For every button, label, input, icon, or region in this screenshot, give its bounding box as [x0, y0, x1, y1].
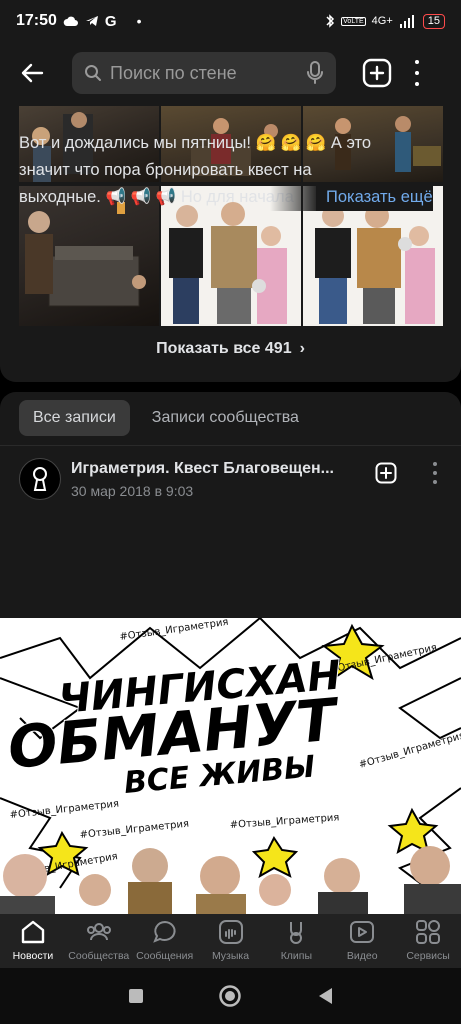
search-placeholder: Поиск по стене — [110, 62, 237, 83]
nav-communities[interactable]: Сообщества — [66, 918, 132, 962]
nav-label: Сообщения — [136, 950, 194, 962]
google-icon: G — [104, 12, 117, 30]
cloud-icon — [63, 16, 78, 26]
top-bar: Поиск по стене — [0, 42, 461, 104]
text-fade — [270, 184, 320, 211]
tab-all-posts[interactable]: Все записи — [19, 400, 130, 436]
nav-music[interactable]: Музыка — [198, 918, 264, 962]
status-bar: 17:50 G • VoLTE 4G+ 15 — [0, 0, 461, 42]
chevron-right-icon: › — [299, 340, 305, 357]
nav-services[interactable]: Сервисы — [395, 918, 461, 962]
avatar[interactable] — [19, 458, 61, 500]
microphone-icon[interactable] — [306, 61, 324, 85]
dot-icon: • — [136, 13, 142, 29]
battery-indicator: 15 — [422, 13, 445, 29]
recents-button[interactable] — [127, 987, 145, 1005]
system-navigation — [0, 968, 461, 1024]
show-more-link[interactable]: Показать ещё — [316, 184, 433, 211]
post-more-button[interactable] — [432, 462, 438, 484]
status-time: 17:50 — [16, 12, 57, 29]
nav-label: Новости — [12, 950, 54, 962]
bottom-navigation: Новости Сообщества Сообщения Музыка Клип… — [0, 914, 461, 968]
video-icon — [350, 921, 375, 943]
wall-section: Все записи Записи сообщества Играметрия.… — [0, 392, 461, 618]
search-icon — [85, 65, 101, 81]
nav-label: Музыка — [211, 950, 250, 962]
nav-video[interactable]: Видео — [329, 918, 395, 962]
post-text-line: Вот и дождались мы пятницы! 🤗 🤗 🤗 А это — [19, 134, 372, 152]
home-button[interactable] — [218, 984, 242, 1008]
nav-label: Сообщества — [68, 950, 130, 962]
wall-tabs: Все записи Записи сообщества — [19, 400, 313, 436]
back-system-button[interactable] — [316, 986, 334, 1006]
add-post-button[interactable] — [362, 58, 392, 88]
system-icons: VoLTE 4G+ 15 — [325, 13, 445, 29]
search-input[interactable]: Поиск по стене — [72, 52, 336, 94]
arrow-left-icon — [21, 63, 44, 83]
services-icon — [416, 920, 441, 944]
comic-poster: #Отзыв_Играметрия #Отзыв_Играметрия #Отз… — [0, 618, 461, 914]
home-icon — [21, 920, 45, 944]
nav-label: Клипы — [280, 950, 313, 962]
communities-icon — [86, 923, 111, 941]
clips-icon — [290, 922, 303, 944]
show-all-label: Показать все 491 — [156, 340, 292, 357]
post-text-line: значит что пора бронировать квест на — [19, 161, 312, 179]
show-all-photos-button[interactable]: Показать все 491 › — [0, 340, 461, 358]
keyhole-icon — [33, 467, 47, 491]
back-button[interactable] — [12, 53, 52, 93]
tab-community-posts[interactable]: Записи сообщества — [138, 400, 313, 436]
nav-news[interactable]: Новости — [0, 918, 66, 962]
more-options-button[interactable] — [412, 60, 422, 86]
bluetooth-icon — [326, 14, 335, 28]
notification-icons: G • — [63, 13, 142, 30]
nav-messages[interactable]: Сообщения — [132, 918, 198, 962]
divider — [0, 445, 461, 446]
telegram-icon — [85, 16, 98, 26]
battery-level: 15 — [427, 14, 440, 27]
post-header: Играметрия. Квест Благовещен... 30 мар 2… — [19, 456, 443, 504]
post-add-button[interactable] — [375, 462, 397, 484]
nav-label: Сервисы — [406, 950, 450, 962]
post-author[interactable]: Играметрия. Квест Благовещен... — [71, 460, 341, 478]
post-date[interactable]: 30 мар 2018 в 9:03 — [71, 483, 193, 499]
nav-label: Видео — [346, 950, 378, 962]
messages-icon — [152, 920, 176, 943]
nav-clips[interactable]: Клипы — [263, 918, 329, 962]
network-type: 4G+ — [371, 15, 393, 27]
post-image[interactable]: #Отзыв_Играметрия #Отзыв_Играметрия #Отз… — [0, 618, 461, 914]
signal-icon — [399, 15, 414, 28]
music-icon — [218, 920, 243, 944]
volte-icon: VoLTE — [341, 16, 366, 26]
